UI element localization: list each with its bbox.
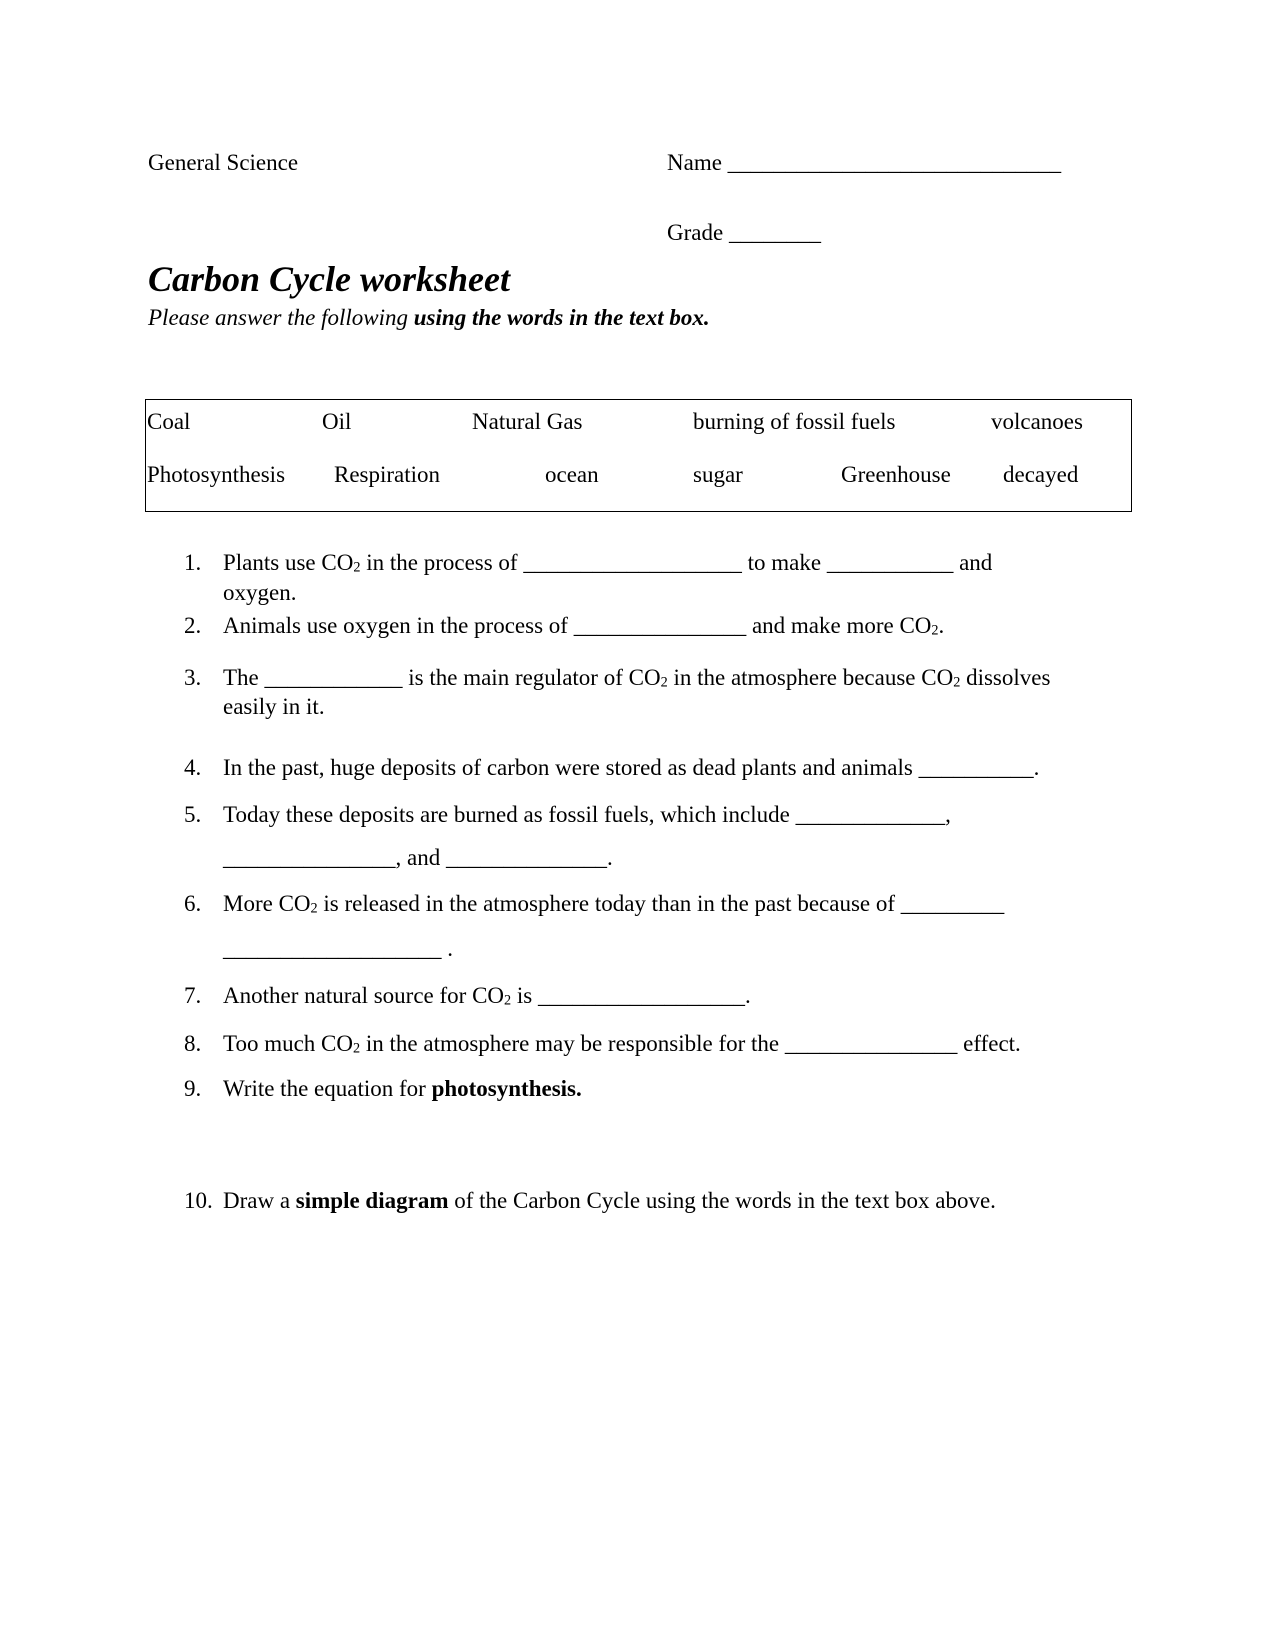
word-oil: Oil bbox=[322, 409, 352, 434]
answer-blank[interactable]: _________ bbox=[901, 891, 1005, 916]
question-text: In the past, huge deposits of carbon wer… bbox=[223, 755, 1040, 780]
word-greenhouse: Greenhouse bbox=[841, 462, 951, 487]
question-text: Another natural source for CO2 is ______… bbox=[223, 983, 751, 1009]
question-text-continued: easily in it. bbox=[223, 694, 325, 719]
word-burning-fossil-fuels: burning of fossil fuels bbox=[693, 409, 896, 434]
answer-blank[interactable]: __________________ bbox=[538, 983, 745, 1008]
word-natural-gas: Natural Gas bbox=[472, 409, 583, 434]
page-title: Carbon Cycle worksheet bbox=[148, 259, 511, 299]
answer-blank[interactable]: ___________ bbox=[827, 550, 954, 575]
question-text: Write the equation for photosynthesis. bbox=[223, 1076, 582, 1101]
question-number: 5. bbox=[184, 802, 202, 827]
question-text-continued: _______________, and ______________. bbox=[223, 845, 613, 870]
word-decayed: decayed bbox=[1003, 462, 1079, 487]
question-number: 8. bbox=[184, 1031, 202, 1056]
answer-blank[interactable]: ___________________ bbox=[223, 936, 442, 961]
word-ocean: ocean bbox=[545, 462, 599, 487]
subtitle-bold: using the words in the text box. bbox=[413, 305, 710, 330]
question-number: 1. bbox=[184, 550, 202, 575]
course-name: General Science bbox=[148, 150, 299, 175]
question-text: Plants use CO2 in the process of _______… bbox=[223, 550, 993, 576]
question-number: 6. bbox=[184, 891, 202, 916]
answer-blank[interactable]: _______________ bbox=[574, 613, 747, 638]
question-text: Too much CO2 in the atmosphere may be re… bbox=[223, 1031, 1021, 1057]
question-number: 3. bbox=[184, 665, 202, 690]
question-number: 10. bbox=[184, 1188, 213, 1213]
diagram-drawing-area[interactable] bbox=[148, 1230, 1133, 1590]
word-coal: Coal bbox=[147, 409, 191, 434]
answer-blank[interactable]: __________ bbox=[919, 755, 1034, 780]
answer-blank[interactable]: ______________ bbox=[446, 845, 607, 870]
answer-blank[interactable]: _______________ bbox=[223, 845, 396, 870]
subtitle-plain: Please answer the following bbox=[148, 305, 414, 330]
question-text: Today these deposits are burned as fossi… bbox=[223, 802, 951, 827]
word-bank-box: Coal Oil Natural Gas burning of fossil f… bbox=[145, 399, 1132, 512]
question-text: The ____________ is the main regulator o… bbox=[223, 665, 1051, 691]
word-photosynthesis: Photosynthesis bbox=[147, 462, 286, 487]
question-number: 2. bbox=[184, 613, 202, 638]
word-volcanoes: volcanoes bbox=[991, 409, 1083, 434]
subtitle: Please answer the following using the wo… bbox=[148, 306, 710, 329]
question-number: 4. bbox=[184, 755, 202, 780]
name-blank[interactable]: _____________________________ bbox=[728, 150, 1062, 175]
answer-blank[interactable]: _____________ bbox=[796, 802, 946, 827]
question-number: 9. bbox=[184, 1076, 202, 1101]
word-respiration: Respiration bbox=[334, 462, 441, 487]
question-text-continued: oxygen. bbox=[223, 580, 297, 605]
grade-field: Grade ________ bbox=[667, 221, 821, 244]
question-number: 7. bbox=[184, 983, 202, 1008]
question-text: Draw a simple diagram of the Carbon Cycl… bbox=[223, 1188, 996, 1213]
answer-blank[interactable]: ___________________ bbox=[523, 550, 742, 575]
name-label: Name bbox=[667, 150, 722, 175]
answer-blank[interactable]: ____________ bbox=[265, 665, 403, 690]
question-text-continued: ___________________ . bbox=[223, 936, 453, 961]
question-text: Animals use oxygen in the process of ___… bbox=[223, 613, 945, 639]
grade-label: Grade bbox=[667, 220, 724, 245]
question-text: More CO2 is released in the atmosphere t… bbox=[223, 891, 1005, 917]
grade-blank[interactable]: ________ bbox=[729, 220, 821, 245]
word-sugar: sugar bbox=[693, 462, 743, 487]
name-field: Name _____________________________ bbox=[667, 151, 1061, 174]
answer-blank[interactable]: _______________ bbox=[785, 1031, 958, 1056]
